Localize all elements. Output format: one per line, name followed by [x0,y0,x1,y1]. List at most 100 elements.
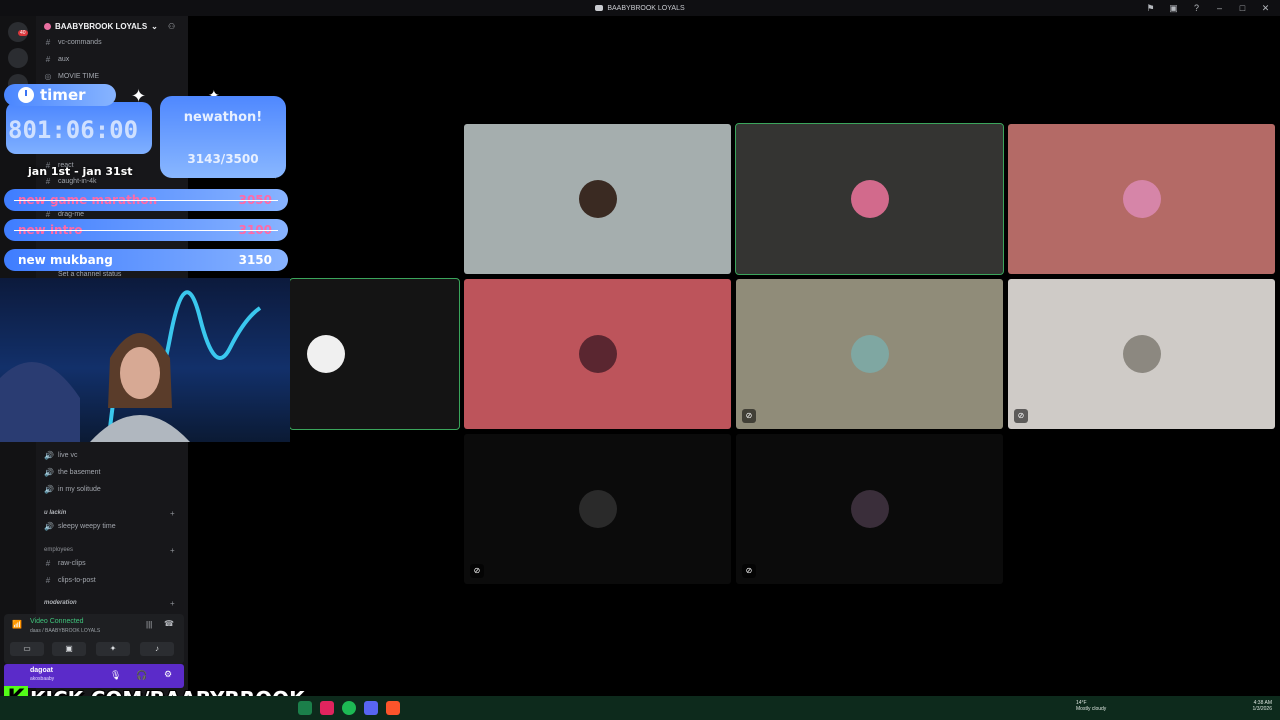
voice-status[interactable]: Video Connected [30,618,84,625]
channel-item[interactable]: # raw-clips [44,559,86,568]
channel-item[interactable]: ◎ MOVIE TIME [44,72,100,81]
participant-avatar [850,180,889,218]
hash-icon: # [45,55,51,64]
channel-item[interactable]: 🔊 sleepy weepy time [44,522,116,531]
goal-label: new game marathon [18,193,158,207]
channel-item[interactable]: 🔊 in my solitude [44,485,101,494]
speaker-icon: 🔊 [44,522,54,531]
spotify-icon[interactable] [342,701,356,715]
muted-mic-icon: ⊘ [742,409,756,423]
video-tile[interactable] [289,278,460,430]
timer-label: timer [40,86,86,104]
category-moderation[interactable]: moderation [44,600,77,606]
goal-label: new intro [18,223,83,237]
goal-label: new mukbang [18,253,113,267]
channel-label: Set a channel status [58,271,122,278]
server-icon[interactable] [8,48,28,68]
category-label: moderation [44,600,77,606]
voice-location[interactable]: daas / BAABYBROOK LOYALS [30,628,100,634]
activities-button[interactable]: ✦ [96,642,130,656]
video-tile[interactable] [464,124,731,274]
category-u-lackin[interactable]: u lackin [44,510,66,516]
newathon-progress: 3143/3500 [187,152,259,166]
video-tile[interactable] [464,279,731,429]
channel-item[interactable]: # drag-me [44,210,84,219]
hash-icon: # [45,559,51,568]
channel-icon: ◎ [44,72,52,81]
add-channel-icon[interactable]: + [170,509,175,518]
server-header[interactable]: BAABYBROOK LOYALS ⌄ [44,22,158,31]
channel-item[interactable]: # caught-in-4k [44,177,97,186]
channel-label: sleepy weepy time [58,523,116,530]
microphone-icon[interactable]: 🎙 [110,670,121,681]
muted-mic-icon: ⊘ [1014,409,1028,423]
brave-icon[interactable] [386,701,400,715]
speaker-icon: 🔊 [44,451,54,460]
video-tile[interactable]: ⊘ [1008,279,1275,429]
add-channel-icon[interactable]: + [170,599,175,608]
goal-value: 3050 [238,193,272,207]
clock-icon [18,87,34,103]
channel-item[interactable]: # aux [44,55,70,64]
add-member-icon[interactable]: ⚇ [168,22,175,31]
weather-widget[interactable]: 14°F Mostly cloudy [1064,700,1106,712]
channel-item[interactable]: Set a channel status [44,271,121,278]
help-icon[interactable]: ? [1192,3,1201,13]
system-clock[interactable]: 4:38 AM 1/3/2026 [1232,700,1272,712]
add-channel-icon[interactable]: + [170,546,175,555]
goal-bar: new intro 3100 [4,219,288,241]
disconnect-icon[interactable]: ☎ [164,619,174,628]
hash-icon: # [45,576,51,585]
app-icon[interactable] [298,701,312,715]
video-tile[interactable] [735,123,1004,275]
close-button[interactable]: ✕ [1261,3,1270,13]
webcam-feed [0,278,290,442]
taskbar: 14°F Mostly cloudy 4:38 AM 1/3/2026 [0,696,1280,720]
discord-icon [595,5,604,11]
video-tile[interactable]: ⊘ [736,434,1003,584]
minimize-button[interactable]: – [1215,3,1224,13]
voice-status-panel: 📶 Video Connected daas / BAABYBROOK LOYA… [4,614,184,664]
participant-avatar [578,180,617,218]
goal-value: 3100 [238,223,272,237]
weather-desc: Mostly cloudy [1076,706,1107,712]
video-tile[interactable]: ⊘ [464,434,731,584]
tiktok-icon[interactable] [320,701,334,715]
screen-share-button[interactable]: ▣ [52,642,86,656]
flag-icon[interactable]: ⚑ [1146,3,1155,13]
participant-avatar [1122,180,1161,218]
channel-item[interactable]: 🔊 live vc [44,451,77,460]
channel-label: raw-clips [58,560,86,567]
inbox-icon[interactable]: ▣ [1169,3,1178,13]
newathon-panel: newathon! 3143/3500 [160,96,286,178]
title-bar: BAABYBROOK LOYALS ⚑ ▣ ? – □ ✕ [0,0,1280,16]
clock-date: 1/3/2026 [1252,706,1272,712]
timer-value: 801:06:00 [8,116,139,144]
video-tile[interactable] [1008,124,1275,274]
username: dagoat [30,667,53,674]
channel-item[interactable]: # clips-to-post [44,576,96,585]
category-employees[interactable]: employees [44,547,73,553]
maximize-button[interactable]: □ [1238,3,1247,13]
hash-icon: # [45,38,51,47]
channel-label: MOVIE TIME [58,73,100,80]
headphones-icon[interactable]: 🎧 [136,670,147,681]
channel-label: the basement [58,469,101,476]
channel-label: caught-in-4k [58,178,97,185]
channel-item[interactable]: 🔊 the basement [44,468,100,477]
participant-avatar [578,490,617,528]
server-logo-icon [44,23,51,30]
channel-item[interactable]: # vc-commands [44,38,102,47]
discord-taskbar-icon[interactable] [364,701,378,715]
speaker-icon: 🔊 [44,485,54,494]
window-title-text: BAABYBROOK LOYALS [607,4,685,12]
participant-avatar [850,490,889,528]
noise-suppression-icon[interactable]: ||| [146,620,152,629]
chevron-down-icon: ⌄ [151,22,158,31]
goal-bar: new mukbang 3150 [4,249,288,271]
soundboard-button[interactable]: ♪ [140,642,174,656]
camera-button[interactable]: ▭ [10,642,44,656]
channel-label: vc-commands [58,39,102,46]
settings-icon[interactable]: ⚙ [164,669,172,680]
video-tile[interactable]: ⊘ [736,279,1003,429]
